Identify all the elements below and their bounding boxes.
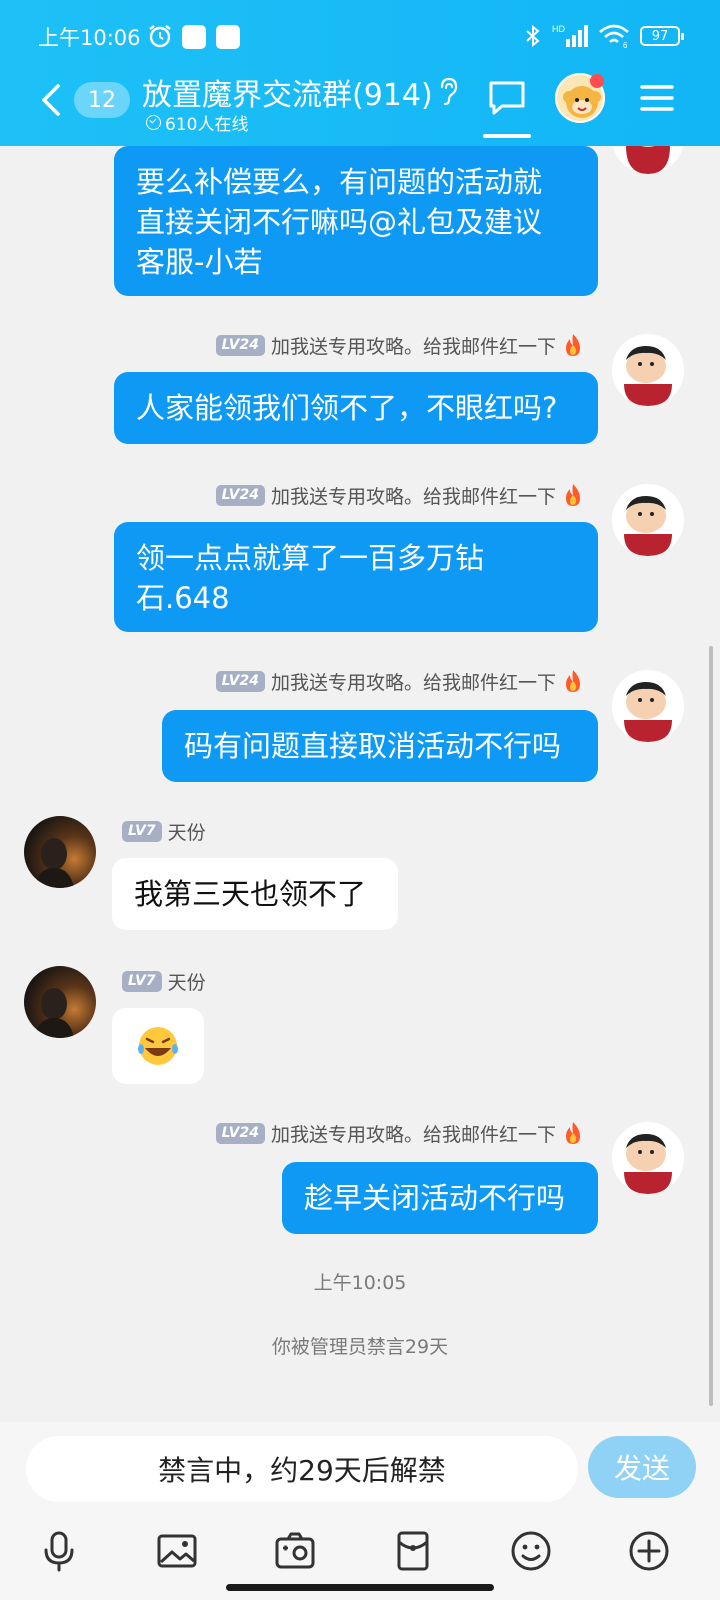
status-time: 上午10:06 [38,26,141,50]
message-bubble[interactable] [112,1008,204,1084]
alarm-icon [149,25,171,48]
message-list[interactable]: 要么补偿要么，有问题的活动就 直接关闭不行嘛吗@礼包及建议 客服-小若 LV24… [0,146,720,1422]
send-button[interactable]: 发送 [588,1436,696,1498]
cellular-signal-icon: HD [552,24,588,47]
avatar[interactable] [612,334,684,406]
sender-name[interactable]: 天份 [168,818,206,845]
chat-header: 上午10:06 HD 6 97 12 放置魔界交流群(914) 610人在线 [0,0,720,146]
message-text: 人家能领我们领不了，不眼红吗? [136,391,558,425]
sender-meta: LV7 天份 [122,968,206,994]
message-bubble[interactable]: 趁早关闭活动不行吗 [282,1162,598,1234]
bluetooth-icon [526,24,540,48]
message-text: 码有问题直接取消活动不行吗 [184,729,562,763]
crayon-shin-avatar-icon [612,146,684,174]
laughing-crying-emoji-icon [138,1027,178,1065]
unread-count-badge[interactable]: 12 [74,82,130,118]
level-badge: LV24 [215,670,265,692]
emoji-icon[interactable] [510,1530,552,1572]
active-tab-indicator [483,134,531,138]
flame-icon [566,1122,580,1144]
crayon-shin-avatar-icon [612,484,684,556]
message-input[interactable]: 禁言中，约29天后解禁 [26,1436,578,1502]
plus-icon[interactable] [628,1530,670,1572]
level-badge: LV24 [215,1122,265,1144]
message-text: 要么补偿要么，有问题的活动就 [136,165,543,199]
message-bubble[interactable]: 我第三天也领不了 [112,858,398,930]
online-count: 610人在线 [146,110,248,135]
online-count-label: 610人在线 [165,115,249,135]
message-text: 领一点点就算了一百多万钻 [136,541,485,575]
sender-name[interactable]: 加我送专用攻略。给我邮件红一下 [271,668,556,695]
notification-dot [590,74,604,88]
app-notification-icon [216,25,240,49]
avatar[interactable] [24,966,96,1038]
level-badge: LV24 [215,484,265,506]
muted-status-text: 禁言中，约29天后解禁 [158,1454,446,1487]
chat-bubble-icon[interactable] [488,80,526,116]
avatar[interactable] [24,816,96,888]
message-bubble[interactable]: 人家能领我们领不了，不眼红吗? [114,372,598,444]
sender-meta: LV24 加我送专用攻略。给我邮件红一下 [215,482,584,509]
crayon-shin-avatar-icon [612,1122,684,1194]
message-text: 客服-小若 [136,245,263,279]
camera-icon[interactable] [274,1530,316,1572]
message-bubble[interactable]: 要么补偿要么，有问题的活动就 直接关闭不行嘛吗@礼包及建议 客服-小若 [114,146,598,296]
flame-icon [566,670,580,692]
mic-icon[interactable] [38,1530,80,1572]
crayon-shin-avatar-icon [612,334,684,406]
sender-meta: LV24 加我送专用攻略。给我邮件红一下 [215,1120,584,1147]
photo-avatar-icon [34,838,74,888]
message-text: 直接关闭不行嘛吗@礼包及建议 [136,205,543,239]
wifi-icon: 6 [599,24,629,49]
back-chevron-icon[interactable] [36,82,66,118]
message-text: 石.648 [136,581,230,615]
online-check-icon [146,115,161,130]
scrollbar[interactable] [709,646,713,1406]
message-text: 我第三天也领不了 [134,877,367,911]
battery-icon: 97 [640,26,684,46]
sender-meta: LV7 天份 [122,818,206,844]
message-bubble[interactable]: 领一点点就算了一百多万钻 石.648 [114,522,598,632]
svg-text:6: 6 [623,41,628,49]
avatar[interactable] [612,670,684,742]
status-bar: 上午10:06 HD 6 97 [0,18,720,54]
photo-avatar-icon [34,988,74,1038]
message-text: 趁早关闭活动不行吗 [304,1181,566,1215]
flame-icon [566,484,580,506]
red-packet-icon[interactable] [392,1530,434,1572]
avatar[interactable] [612,484,684,556]
level-badge: LV24 [215,334,265,356]
sender-name[interactable]: 加我送专用攻略。给我邮件红一下 [271,482,556,509]
status-right: HD 6 97 [524,22,684,50]
menu-icon[interactable] [640,84,674,112]
svg-text:HD: HD [552,24,565,34]
input-area: 禁言中，约29天后解禁 发送 [0,1422,720,1600]
level-badge: LV7 [122,820,162,842]
level-badge: LV7 [122,970,162,992]
ear-icon [440,77,458,106]
avatar[interactable] [612,1122,684,1194]
image-icon[interactable] [156,1530,198,1572]
sender-name[interactable]: 加我送专用攻略。给我邮件红一下 [271,332,556,359]
avatar[interactable] [612,146,684,174]
sender-name[interactable]: 加我送专用攻略。给我邮件红一下 [271,1120,556,1147]
timestamp: 上午10:05 [313,1272,407,1294]
home-indicator[interactable] [226,1584,494,1591]
sender-meta: LV24 加我送专用攻略。给我邮件红一下 [215,332,584,359]
flame-icon [566,334,580,356]
sender-meta: LV24 加我送专用攻略。给我邮件红一下 [215,668,584,695]
app-notification-icon [182,25,206,49]
battery-level: 97 [651,28,669,44]
crayon-shin-avatar-icon [612,670,684,742]
sender-name[interactable]: 天份 [168,968,206,995]
group-title[interactable]: 放置魔界交流群(914) [142,70,433,114]
system-notice: 你被管理员禁言29天 [271,1336,449,1358]
message-bubble[interactable]: 码有问题直接取消活动不行吗 [162,710,598,782]
